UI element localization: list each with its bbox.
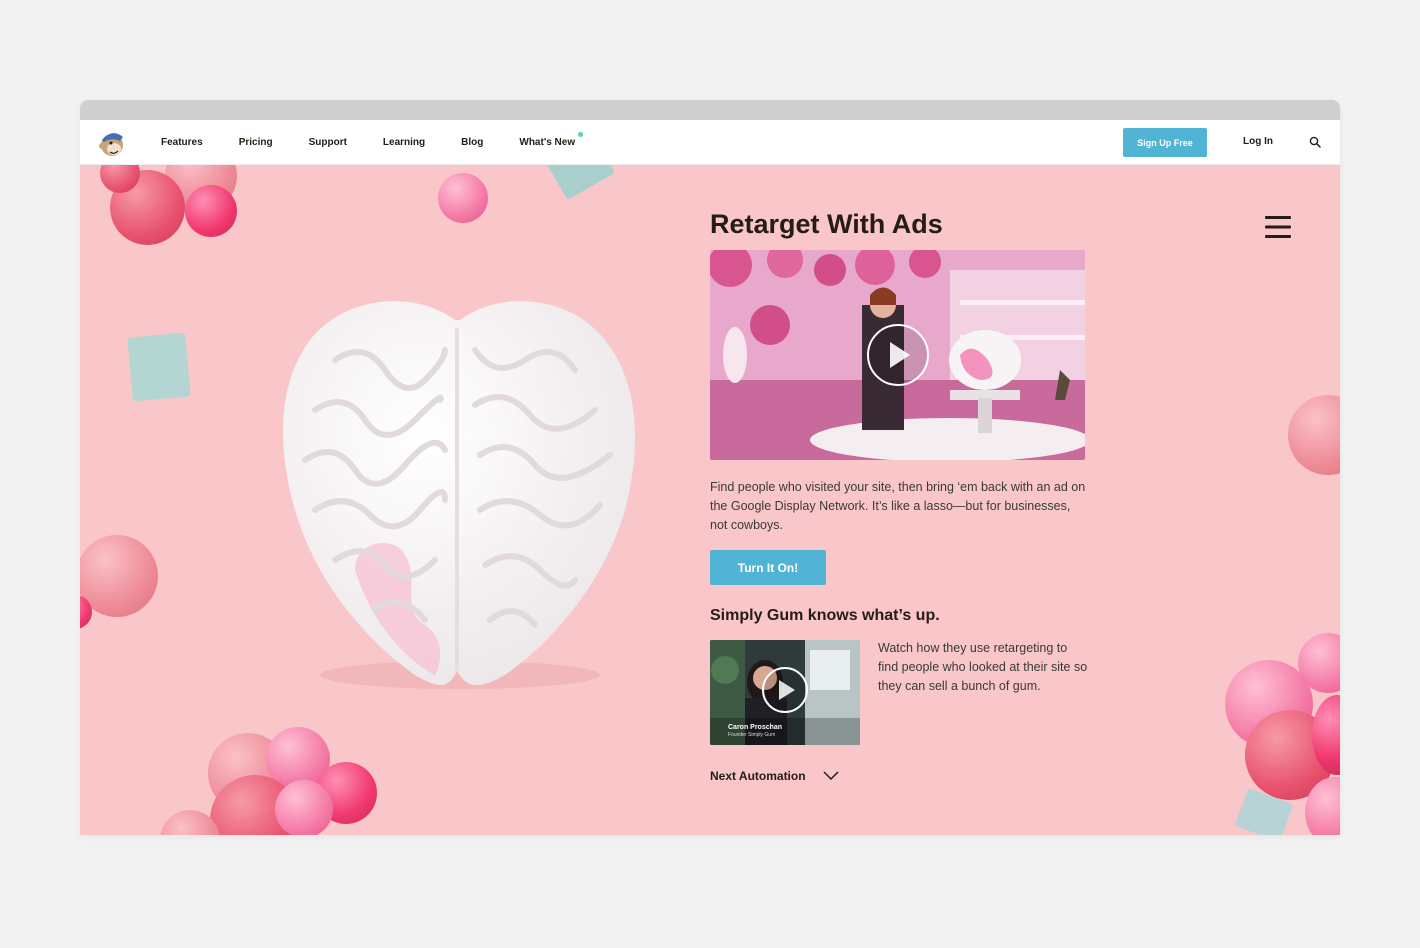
- nav-blog[interactable]: Blog: [461, 137, 483, 148]
- top-navigation: Features Pricing Support Learning Blog W…: [80, 120, 1340, 165]
- decor-ball: [275, 780, 333, 835]
- nav-whats-new-label: What's New: [519, 137, 576, 148]
- decor-ball: [185, 185, 237, 237]
- sign-up-free-button[interactable]: Sign Up Free: [1123, 128, 1207, 157]
- browser-title-bar: [80, 100, 1340, 120]
- nav-support[interactable]: Support: [309, 137, 347, 148]
- case-study-video-scene: Caron Proschan Founder Simply Gum: [710, 640, 860, 745]
- nav-features[interactable]: Features: [161, 137, 203, 148]
- next-automation-link[interactable]: Next Automation: [710, 769, 839, 783]
- turn-it-on-button[interactable]: Turn It On!: [710, 550, 826, 585]
- main-video-scene: [710, 250, 1085, 460]
- menu-icon[interactable]: [1265, 215, 1291, 239]
- decor-ball: [438, 173, 488, 223]
- decor-cube: [127, 332, 191, 402]
- hero-section: Retarget With Ads Find people who visite…: [80, 165, 1340, 835]
- freddie-logo-icon[interactable]: [98, 128, 126, 158]
- description-text: Find people who visited your site, then …: [710, 480, 1086, 532]
- log-in-link[interactable]: Log In: [1243, 136, 1273, 147]
- decor-ball: [80, 535, 158, 617]
- brain-illustration: [283, 301, 636, 689]
- main-video-thumbnail[interactable]: [710, 250, 1085, 460]
- next-automation-label: Next Automation: [710, 769, 806, 783]
- decor-cube: [539, 165, 616, 201]
- nav-links: Features Pricing Support Learning Blog W…: [161, 120, 611, 165]
- browser-window: Features Pricing Support Learning Blog W…: [80, 100, 1340, 835]
- nav-pricing[interactable]: Pricing: [239, 137, 273, 148]
- video-caption-role: Founder Simply Gum: [728, 732, 775, 738]
- video-caption-name: Caron Proschan: [728, 724, 782, 731]
- decor-ball: [1288, 395, 1340, 475]
- nav-learning[interactable]: Learning: [383, 137, 425, 148]
- nav-whats-new[interactable]: What's New: [519, 132, 584, 148]
- new-indicator-dot: [578, 132, 584, 137]
- case-study-title: Simply Gum knows what’s up.: [710, 607, 940, 624]
- case-study-text: Watch how they use retargeting to find p…: [878, 641, 1088, 693]
- chevron-down-icon: [823, 771, 839, 781]
- search-icon[interactable]: [1309, 136, 1321, 148]
- page-title: Retarget With Ads: [710, 209, 943, 239]
- case-study-video-thumbnail[interactable]: Caron Proschan Founder Simply Gum: [710, 640, 860, 745]
